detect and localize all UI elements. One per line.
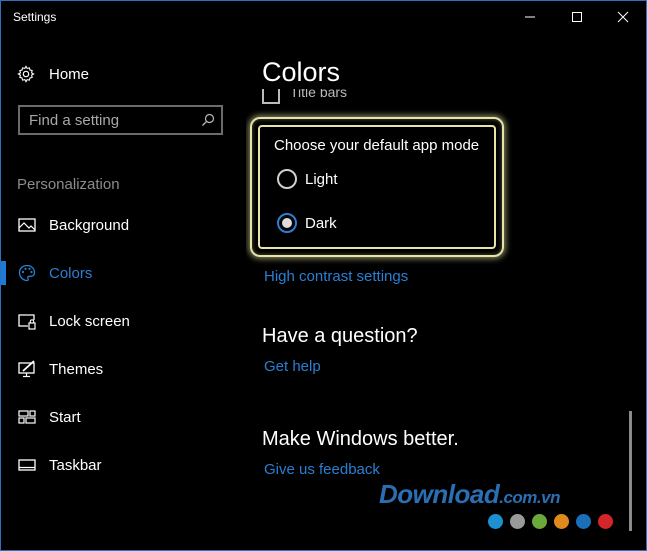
checkbox[interactable] xyxy=(262,89,280,104)
sidebar-item-label: Colors xyxy=(49,264,93,282)
checkbox-label: Title bars xyxy=(290,89,348,100)
radio-label: Dark xyxy=(305,214,337,232)
minimize-icon xyxy=(525,16,535,18)
minimize-button[interactable] xyxy=(507,1,553,33)
have-a-question-heading: Have a question? xyxy=(262,325,418,347)
watermark: Download.com.vn xyxy=(379,479,613,529)
title-bars-checkbox[interactable]: Title bars xyxy=(262,89,347,107)
sidebar-item-themes[interactable]: Themes xyxy=(1,349,241,389)
start-icon xyxy=(18,410,36,424)
watermark-dot xyxy=(576,514,591,529)
watermark-dot xyxy=(598,514,613,529)
sidebar-item-background[interactable]: Background xyxy=(1,205,241,245)
lock-screen-icon xyxy=(18,314,36,330)
watermark-suffix: .com.vn xyxy=(499,488,560,507)
sidebar-item-label: Taskbar xyxy=(49,456,102,474)
watermark-dot xyxy=(554,514,569,529)
make-windows-better-heading: Make Windows better. xyxy=(262,428,459,450)
watermark-brand: Download xyxy=(379,479,500,509)
themes-icon xyxy=(18,360,35,378)
watermark-dots xyxy=(488,514,613,529)
gear-icon xyxy=(17,65,35,83)
palette-icon xyxy=(18,264,36,282)
close-icon xyxy=(617,11,629,23)
high-contrast-settings-link[interactable]: High contrast settings xyxy=(264,268,408,285)
settings-window: Settings Home Personalization xyxy=(0,0,647,551)
home-label: Home xyxy=(49,65,90,83)
section-label-personalization: Personalization xyxy=(17,176,120,193)
sidebar-item-label: Lock screen xyxy=(49,312,130,330)
title-bar: Settings xyxy=(1,1,646,33)
sidebar-item-start[interactable]: Start xyxy=(1,397,241,437)
scrollbar-thumb[interactable] xyxy=(629,411,632,531)
watermark-dot xyxy=(532,514,547,529)
watermark-dot xyxy=(488,514,503,529)
radio-label: Light xyxy=(305,170,338,188)
sidebar-item-label: Themes xyxy=(49,360,104,378)
watermark-logo: Download.com.vn xyxy=(379,479,560,509)
sidebar-item-lock-screen[interactable]: Lock screen xyxy=(1,301,241,341)
app-mode-label: Choose your default app mode xyxy=(274,137,480,154)
search-box[interactable] xyxy=(18,105,223,135)
close-button[interactable] xyxy=(600,1,646,33)
watermark-dot xyxy=(510,514,525,529)
maximize-icon xyxy=(572,12,582,22)
sidebar-item-label: Start xyxy=(49,408,81,426)
sidebar-item-taskbar[interactable]: Taskbar xyxy=(1,445,241,485)
radio-dark[interactable]: Dark xyxy=(277,211,337,235)
taskbar-icon xyxy=(18,459,36,471)
sidebar-item-colors[interactable]: Colors xyxy=(1,253,241,293)
radio-circle[interactable] xyxy=(277,169,297,189)
main-content: Colors Title bars Choose your default ap… xyxy=(246,33,626,551)
sidebar: Home Personalization Background xyxy=(1,33,246,551)
radio-light[interactable]: Light xyxy=(277,167,338,191)
give-feedback-link[interactable]: Give us feedback xyxy=(264,461,380,478)
sidebar-home[interactable]: Home xyxy=(17,61,89,87)
search-icon[interactable] xyxy=(201,113,215,127)
active-indicator xyxy=(1,261,6,285)
maximize-button[interactable] xyxy=(554,1,600,33)
radio-circle[interactable] xyxy=(277,213,297,233)
picture-icon xyxy=(18,218,36,232)
get-help-link[interactable]: Get help xyxy=(264,358,321,375)
page-title: Colors xyxy=(262,57,341,87)
window-title: Settings xyxy=(13,10,57,24)
search-input[interactable] xyxy=(20,111,190,129)
sidebar-item-label: Background xyxy=(49,216,130,234)
